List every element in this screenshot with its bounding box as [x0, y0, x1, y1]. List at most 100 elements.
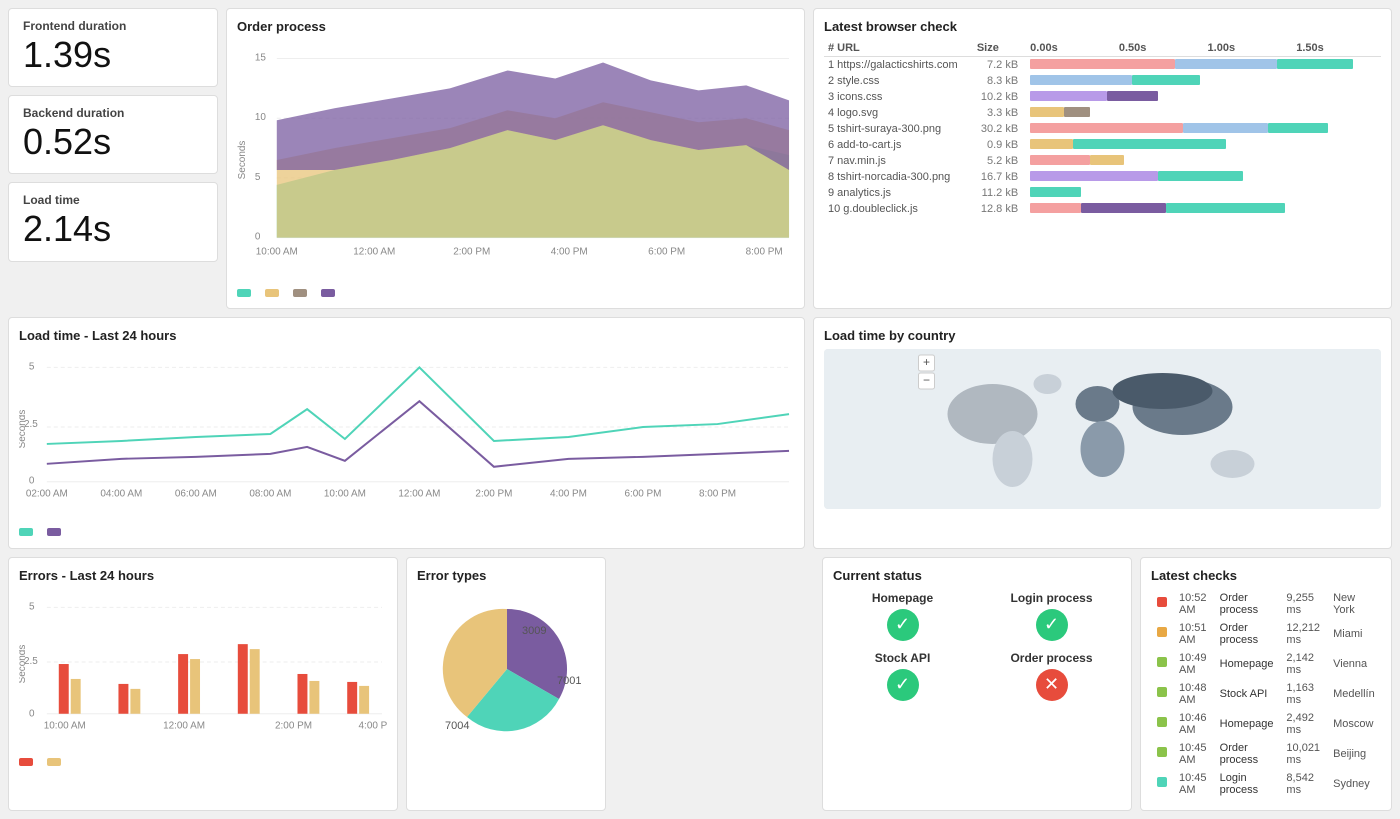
browser-row-bars	[1026, 89, 1381, 105]
bar-segment	[1175, 59, 1277, 69]
check-time: 10:45 AM	[1173, 739, 1214, 769]
bar-segment	[1132, 75, 1200, 85]
order-process-title: Order process	[237, 19, 794, 34]
x-label-800: 8:00 PM	[746, 246, 783, 257]
x-1600: 4:00 PM	[550, 489, 587, 500]
bar-segment	[1030, 91, 1107, 101]
err-y5: 5	[29, 601, 35, 612]
errors-card: Errors - Last 24 hours 5 2.5 0 Seconds	[8, 557, 398, 811]
check-dot	[1157, 627, 1167, 637]
error-types-title: Error types	[417, 568, 595, 583]
bar	[130, 689, 140, 714]
browser-check-title: Latest browser check	[824, 19, 1381, 34]
loadtime-value: 2.14s	[23, 207, 203, 250]
zoom-minus[interactable]: −	[923, 373, 930, 387]
bar	[309, 681, 319, 714]
check-name: Login process	[1214, 769, 1281, 799]
status-order: Order process ✕	[982, 651, 1121, 701]
bar-segment	[1030, 171, 1158, 181]
checks-table: 10:52 AM Order process 9,255 ms New York…	[1151, 589, 1381, 799]
legend-gray	[293, 289, 307, 297]
x-0400: 04:00 AM	[100, 489, 142, 500]
bar-segment	[1166, 203, 1285, 213]
y-5: 5	[29, 362, 35, 373]
load-time-card: Load time 2.14s	[8, 182, 218, 261]
x-1800: 6:00 PM	[624, 489, 661, 500]
check-city: Sydney	[1327, 769, 1381, 799]
check-row: 10:46 AM Homepage 2,492 ms Moscow	[1151, 709, 1381, 739]
bar-segment	[1030, 59, 1175, 69]
col-url: # URL	[824, 40, 973, 57]
check-time: 10:45 AM	[1173, 769, 1214, 799]
world-map: + −	[824, 349, 1381, 509]
stock-icon: ✓	[887, 669, 919, 701]
bar	[71, 679, 81, 714]
err-x-400: 4:00 PM	[359, 720, 387, 731]
homepage-icon: ✓	[887, 609, 919, 641]
check-dot	[1157, 657, 1167, 667]
browser-row-bars	[1026, 201, 1381, 217]
check-time: 10:51 AM	[1173, 619, 1214, 649]
check-name: Stock API	[1214, 679, 1281, 709]
browser-row-num: 2 style.css	[824, 73, 973, 89]
browser-row-bars	[1026, 169, 1381, 185]
check-dot	[1157, 717, 1167, 727]
browser-row-num: 5 tshirt-suraya-300.png	[824, 121, 973, 137]
check-name: Order process	[1214, 739, 1281, 769]
check-city: Moscow	[1327, 709, 1381, 739]
browser-row-num: 3 icons.css	[824, 89, 973, 105]
bar	[347, 682, 357, 714]
browser-row-bars	[1026, 73, 1381, 89]
check-ms: 8,542 ms	[1280, 769, 1327, 799]
check-row: 10:45 AM Login process 8,542 ms Sydney	[1151, 769, 1381, 799]
bar-segment	[1268, 123, 1328, 133]
browser-check-card: Latest browser check # URL Size 0.00s 0.…	[813, 8, 1392, 309]
check-city: Miami	[1327, 619, 1381, 649]
browser-row-num: 7 nav.min.js	[824, 153, 973, 169]
browser-table-row: 6 add-to-cart.js 0.9 kB	[824, 137, 1381, 153]
check-dot	[1157, 747, 1167, 757]
load-time-legend	[19, 528, 794, 536]
bar	[59, 664, 69, 714]
check-time: 10:46 AM	[1173, 709, 1214, 739]
errors-legend	[19, 758, 387, 766]
browser-row-bars	[1026, 185, 1381, 201]
browser-row-num: 10 g.doubleclick.js	[824, 201, 973, 217]
browser-table-row: 9 analytics.js 11.2 kB	[824, 185, 1381, 201]
check-time: 10:48 AM	[1173, 679, 1214, 709]
zoom-plus[interactable]: +	[923, 355, 930, 369]
status-stock: Stock API ✓	[833, 651, 972, 701]
browser-check-table: # URL Size 0.00s 0.50s 1.00s 1.50s 1 htt…	[824, 40, 1381, 217]
bar-segment	[1073, 139, 1226, 149]
check-dot	[1157, 777, 1167, 787]
browser-table-row: 10 g.doubleclick.js 12.8 kB	[824, 201, 1381, 217]
check-name: Order process	[1214, 589, 1281, 619]
bottom-row: Errors - Last 24 hours 5 2.5 0 Seconds	[8, 557, 1392, 811]
x-2000: 8:00 PM	[699, 489, 736, 500]
legend-peach	[47, 758, 61, 766]
browser-row-num: 1 https://galacticshirts.com	[824, 57, 973, 74]
backend-duration-card: Backend duration 0.52s	[8, 95, 218, 174]
metrics-column: Frontend duration 1.39s Backend duration…	[8, 8, 218, 309]
legend-teal-line	[19, 528, 33, 536]
check-city: Medellín	[1327, 679, 1381, 709]
bar	[178, 654, 188, 714]
check-city: Beijing	[1327, 739, 1381, 769]
legend-purple	[321, 289, 335, 297]
legend-purple-line	[47, 528, 61, 536]
errors-title: Errors - Last 24 hours	[19, 568, 387, 583]
load-time-title: Load time - Last 24 hours	[19, 328, 794, 343]
check-ms: 10,021 ms	[1280, 739, 1327, 769]
x-0600: 06:00 AM	[175, 489, 217, 500]
browser-row-size: 7.2 kB	[973, 57, 1026, 74]
x-1000: 10:00 AM	[324, 489, 366, 500]
check-row: 10:48 AM Stock API 1,163 ms Medellín	[1151, 679, 1381, 709]
load-by-country-card: Load time by country	[813, 317, 1392, 548]
browser-row-bars	[1026, 153, 1381, 169]
legend-teal	[237, 289, 251, 297]
col-0s: 0.00s	[1026, 40, 1115, 57]
latest-checks-title: Latest checks	[1151, 568, 1381, 583]
error-types-card: Error types 3009 7001 7004	[406, 557, 606, 811]
col-1s: 1.00s	[1204, 40, 1293, 57]
browser-row-size: 11.2 kB	[973, 185, 1026, 201]
